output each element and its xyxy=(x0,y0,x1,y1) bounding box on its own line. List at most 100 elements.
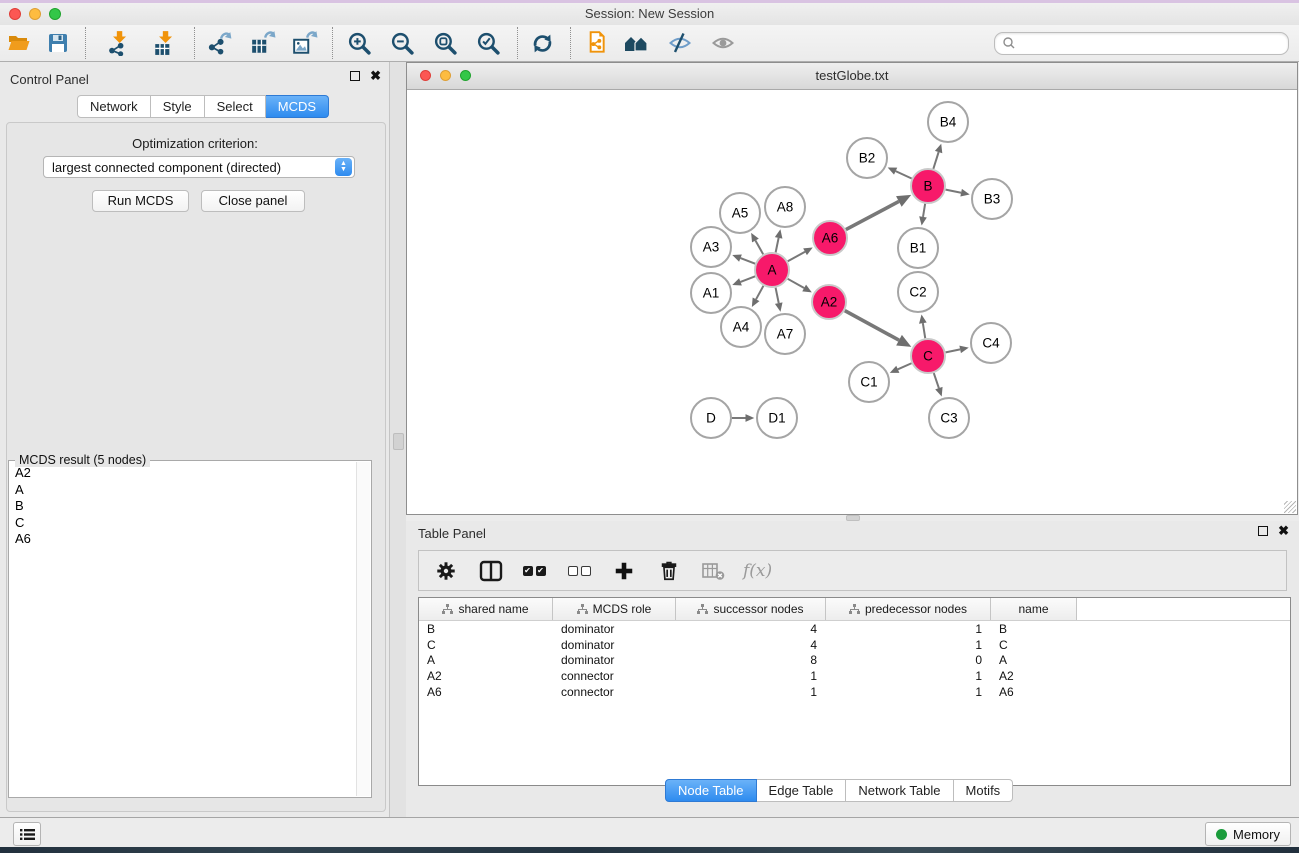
table-cell[interactable]: 1 xyxy=(676,685,826,699)
close-panel-icon[interactable]: ✖ xyxy=(370,71,381,81)
table-cell[interactable]: C xyxy=(991,638,1077,652)
edge-A-A1[interactable] xyxy=(740,276,755,282)
duplicate-network-icon[interactable] xyxy=(578,28,612,58)
column-header-predecessor-nodes[interactable]: predecessor nodes xyxy=(826,598,991,620)
table-cell[interactable]: 0 xyxy=(826,653,991,667)
column-settings-gear-icon[interactable] xyxy=(433,558,459,584)
minimize-window-button[interactable] xyxy=(29,8,41,20)
edge-A-A2[interactable] xyxy=(788,279,804,288)
tab-network[interactable]: Network xyxy=(77,95,151,118)
table-cell[interactable]: B xyxy=(991,622,1077,636)
result-item[interactable]: A2 xyxy=(10,465,357,482)
zoom-window-button[interactable] xyxy=(49,8,61,20)
tab-mcds[interactable]: MCDS xyxy=(266,95,329,118)
edge-C-C1[interactable] xyxy=(898,363,912,369)
tab-select[interactable]: Select xyxy=(205,95,266,118)
tab-network-table[interactable]: Network Table xyxy=(846,779,953,802)
edge-A2-C[interactable] xyxy=(845,311,899,341)
graph-node-B[interactable]: B xyxy=(911,169,945,203)
column-header-name[interactable]: name xyxy=(991,598,1077,620)
graph-node-A4[interactable]: A4 xyxy=(721,307,761,347)
graph-node-A[interactable]: A xyxy=(755,253,789,287)
edge-A-A8[interactable] xyxy=(776,238,779,253)
edge-C-C2[interactable] xyxy=(923,323,925,338)
table-cell[interactable]: 1 xyxy=(826,638,991,652)
graph-node-A1[interactable]: A1 xyxy=(691,273,731,313)
close-panel-icon[interactable]: ✖ xyxy=(1278,526,1289,536)
edge-B-B3[interactable] xyxy=(946,190,961,193)
table-cell[interactable]: C xyxy=(419,638,553,652)
table-row[interactable]: A2connector11A2 xyxy=(419,668,1290,684)
task-history-button[interactable] xyxy=(13,822,41,846)
table-cell[interactable]: dominator xyxy=(553,653,676,667)
graph-node-B2[interactable]: B2 xyxy=(847,138,887,178)
graph-node-B3[interactable]: B3 xyxy=(972,179,1012,219)
table-cell[interactable]: A xyxy=(419,653,553,667)
edge-B-B2[interactable] xyxy=(896,171,912,178)
graph-node-C4[interactable]: C4 xyxy=(971,323,1011,363)
add-column-icon[interactable] xyxy=(611,558,637,584)
table-cell[interactable]: connector xyxy=(553,669,676,683)
export-network-icon[interactable] xyxy=(203,28,237,58)
edge-A-A6[interactable] xyxy=(788,252,805,262)
edge-C-C4[interactable] xyxy=(946,349,961,352)
zoom-network-button[interactable] xyxy=(460,70,471,81)
graph-node-D1[interactable]: D1 xyxy=(757,398,797,438)
edge-A-A4[interactable] xyxy=(756,286,763,300)
graph-node-A7[interactable]: A7 xyxy=(765,314,805,354)
open-file-icon[interactable] xyxy=(2,28,36,58)
result-item[interactable]: A6 xyxy=(10,531,357,548)
column-header-successor-nodes[interactable]: successor nodes xyxy=(676,598,826,620)
graph-node-B1[interactable]: B1 xyxy=(898,228,938,268)
network-canvas[interactable]: B4B2BB3A8A5A6A3B1AC2A1A2A4A7C4CC1C3DD1 xyxy=(407,90,1297,514)
apply-layout-icon[interactable] xyxy=(525,28,559,58)
edge-B-B4[interactable] xyxy=(933,152,938,169)
table-cell[interactable]: connector xyxy=(553,685,676,699)
edge-A-A5[interactable] xyxy=(755,240,763,254)
column-header-shared-name[interactable]: shared name xyxy=(419,598,553,620)
graph-node-A3[interactable]: A3 xyxy=(691,227,731,267)
optimization-criterion-dropdown[interactable]: largest connected component (directed) ▲… xyxy=(43,156,355,178)
graph-node-A2[interactable]: A2 xyxy=(812,285,846,319)
table-cell[interactable]: A6 xyxy=(991,685,1077,699)
window-resize-grip[interactable] xyxy=(1284,501,1296,513)
close-network-button[interactable] xyxy=(420,70,431,81)
table-row[interactable]: Cdominator41C xyxy=(419,637,1290,653)
export-table-icon[interactable] xyxy=(246,28,280,58)
run-mcds-button[interactable]: Run MCDS xyxy=(92,190,189,212)
delete-column-trash-icon[interactable] xyxy=(656,558,682,584)
tab-style[interactable]: Style xyxy=(151,95,205,118)
table-row[interactable]: A6connector11A6 xyxy=(419,684,1290,700)
result-scrollbar[interactable] xyxy=(356,462,370,796)
close-panel-button[interactable]: Close panel xyxy=(201,190,305,212)
save-session-icon[interactable] xyxy=(41,28,75,58)
close-window-button[interactable] xyxy=(9,8,21,20)
graph-node-C2[interactable]: C2 xyxy=(898,272,938,312)
edge-C-C3[interactable] xyxy=(934,373,939,388)
search-input[interactable] xyxy=(1019,32,1288,55)
tab-node-table[interactable]: Node Table xyxy=(665,779,757,802)
table-cell[interactable]: B xyxy=(419,622,553,636)
tab-motifs[interactable]: Motifs xyxy=(954,779,1014,802)
graph-node-C3[interactable]: C3 xyxy=(929,398,969,438)
tab-edge-table[interactable]: Edge Table xyxy=(757,779,847,802)
memory-button[interactable]: Memory xyxy=(1205,822,1291,846)
zoom-in-icon[interactable] xyxy=(342,28,376,58)
graph-node-A5[interactable]: A5 xyxy=(720,193,760,233)
edge-A6-B[interactable] xyxy=(846,201,899,229)
table-cell[interactable]: 4 xyxy=(676,638,826,652)
export-image-icon[interactable] xyxy=(288,28,322,58)
result-item[interactable]: A xyxy=(10,482,357,499)
import-network-icon[interactable] xyxy=(102,28,136,58)
table-row[interactable]: Bdominator41B xyxy=(419,621,1290,637)
network-graph[interactable]: B4B2BB3A8A5A6A3B1AC2A1A2A4A7C4CC1C3DD1 xyxy=(407,90,1297,514)
table-cell[interactable]: A2 xyxy=(991,669,1077,683)
edge-A-A3[interactable] xyxy=(740,258,755,264)
graph-node-C[interactable]: C xyxy=(911,339,945,373)
show-all-networks-icon[interactable] xyxy=(620,28,654,58)
select-all-icon[interactable]: ✔✔ xyxy=(521,558,547,584)
table-cell[interactable]: dominator xyxy=(553,622,676,636)
table-cell[interactable]: 1 xyxy=(676,669,826,683)
table-cell[interactable]: 4 xyxy=(676,622,826,636)
graph-node-B4[interactable]: B4 xyxy=(928,102,968,142)
